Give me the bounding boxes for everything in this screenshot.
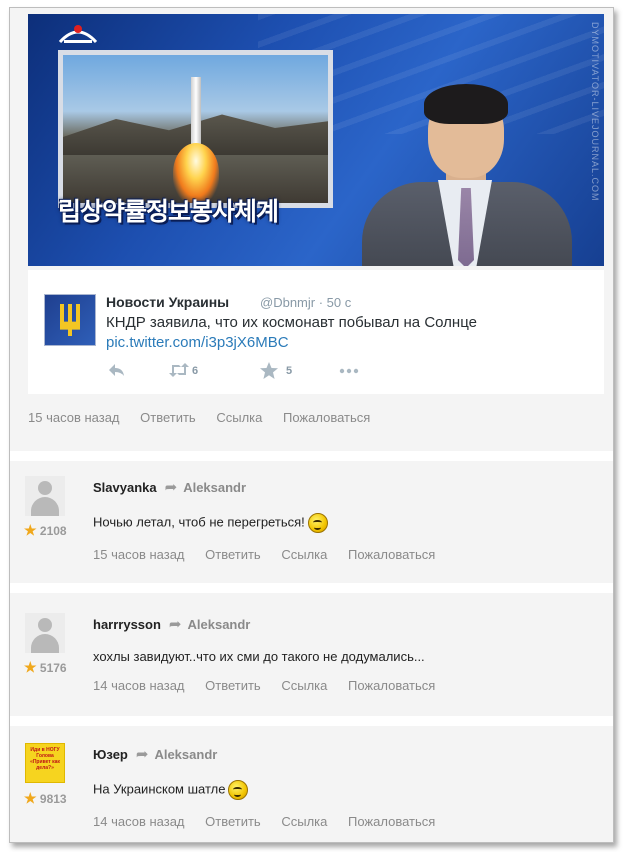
tweet-pic-link[interactable]: pic.twitter.com/i3p3jX6MBC <box>106 334 289 351</box>
avatar-image-text: Иди в НОГУ Голова «Привет как дела?» <box>30 747 60 771</box>
divider <box>10 451 613 461</box>
star-icon[interactable] <box>260 362 278 380</box>
reply-link[interactable]: Ответить <box>205 547 261 562</box>
rating-star-icon: ★ <box>24 659 37 675</box>
reply-to-user[interactable]: Aleksandr <box>183 480 246 495</box>
permalink-link[interactable]: Ссылка <box>281 547 327 562</box>
comment-time: 15 часов назад <box>93 547 185 562</box>
post-actions: 15 часов назад Ответить Ссылка Пожаловат… <box>28 410 387 425</box>
comment-actions: 14 часов назад Ответить Ссылка Пожаловат… <box>93 678 452 693</box>
rocket <box>191 77 201 147</box>
smiley-icon <box>307 513 328 533</box>
comment-body: Ночью летал, чтоб не перегреться! <box>93 514 305 530</box>
reply-arrow-icon[interactable] <box>108 362 126 380</box>
rating-value: 2108 <box>39 524 67 538</box>
comment-body: хохлы завидуют..что их сми до такого не … <box>93 649 425 664</box>
reply-to-user[interactable]: Aleksandr <box>154 747 217 762</box>
more-dots-icon[interactable] <box>338 362 360 380</box>
reply-to-arrow-icon: ➦ <box>168 616 182 633</box>
comment-thread-panel: 립상약률정보봉사체계 DYMOTIVATOR-LIVEJOURNAL.COM Н… <box>9 7 614 843</box>
favorite-count: 5 <box>286 365 293 377</box>
reply-link[interactable]: Ответить <box>140 410 196 425</box>
comment-text: Ночью летал, чтоб не перегреться! <box>93 513 328 533</box>
reply-to-arrow-icon: ➦ <box>164 479 178 496</box>
report-link[interactable]: Пожаловаться <box>348 547 435 562</box>
reply-link[interactable]: Ответить <box>205 678 261 693</box>
report-link[interactable]: Пожаловаться <box>348 814 435 829</box>
comment-time: 14 часов назад <box>93 678 185 693</box>
retweet-count: 6 <box>192 365 199 377</box>
rocket-launch-inset <box>58 50 333 208</box>
comment-body: На Украинском шатле <box>93 781 226 797</box>
tweet-handle[interactable]: @Dbnmjr · 50 с <box>260 295 351 310</box>
retweet-icon[interactable] <box>168 362 190 380</box>
watermark: DYMOTIVATOR-LIVEJOURNAL.COM <box>590 22 600 202</box>
trident-icon <box>60 304 80 336</box>
tweet-author-name[interactable]: Новости Украины <box>106 294 229 310</box>
news-broadcast-image: 립상약률정보봉사체계 DYMOTIVATOR-LIVEJOURNAL.COM <box>28 14 604 266</box>
rating-value: 9813 <box>39 792 67 806</box>
report-link[interactable]: Пожаловаться <box>283 410 370 425</box>
broadcast-caption: 립상약률정보봉사체계 <box>58 197 279 226</box>
permalink-link[interactable]: Ссылка <box>281 678 327 693</box>
comment-text: На Украинском шатле <box>93 780 249 800</box>
user-rating: ★ 5176 <box>24 659 67 676</box>
tweet-text: КНДР заявила, что их космонавт побывал н… <box>106 314 477 331</box>
reply-link[interactable]: Ответить <box>205 814 261 829</box>
reply-to-arrow-icon: ➦ <box>135 746 149 763</box>
smiley-icon <box>228 780 249 800</box>
comment-time: 14 часов назад <box>93 814 185 829</box>
comment-header: harrrysson ➦ Aleksandr <box>93 615 250 633</box>
news-anchor <box>346 84 604 266</box>
rating-value: 5176 <box>39 661 67 675</box>
report-link[interactable]: Пожаловаться <box>348 678 435 693</box>
comment-header: Юзер ➦ Aleksandr <box>93 745 217 763</box>
avatar[interactable] <box>25 613 65 653</box>
comment-author[interactable]: harrrysson <box>93 617 161 632</box>
reply-to-user[interactable]: Aleksandr <box>188 617 251 632</box>
avatar[interactable] <box>25 476 65 516</box>
divider <box>10 716 613 726</box>
permalink-link[interactable]: Ссылка <box>216 410 262 425</box>
comment-header: Slavyanka ➦ Aleksandr <box>93 478 246 496</box>
tweet-avatar[interactable] <box>44 294 96 346</box>
divider <box>10 583 613 593</box>
comment-actions: 14 часов назад Ответить Ссылка Пожаловат… <box>93 814 452 829</box>
comment-author[interactable]: Slavyanka <box>93 480 157 495</box>
kctv-logo-icon <box>58 25 98 44</box>
rating-star-icon: ★ <box>24 790 37 806</box>
user-rating: ★ 9813 <box>24 790 67 807</box>
user-rating: ★ 2108 <box>24 522 67 539</box>
comment-actions: 15 часов назад Ответить Ссылка Пожаловат… <box>93 547 452 562</box>
comment-author[interactable]: Юзер <box>93 747 128 762</box>
avatar[interactable]: Иди в НОГУ Голова «Привет как дела?» <box>25 743 65 783</box>
comment-text: хохлы завидуют..что их сми до такого не … <box>93 649 425 664</box>
embedded-tweet: Новости Украины @Dbnmjr · 50 с КНДР заяв… <box>28 270 604 394</box>
permalink-link[interactable]: Ссылка <box>281 814 327 829</box>
rating-star-icon: ★ <box>24 522 37 538</box>
post-time: 15 часов назад <box>28 410 120 425</box>
